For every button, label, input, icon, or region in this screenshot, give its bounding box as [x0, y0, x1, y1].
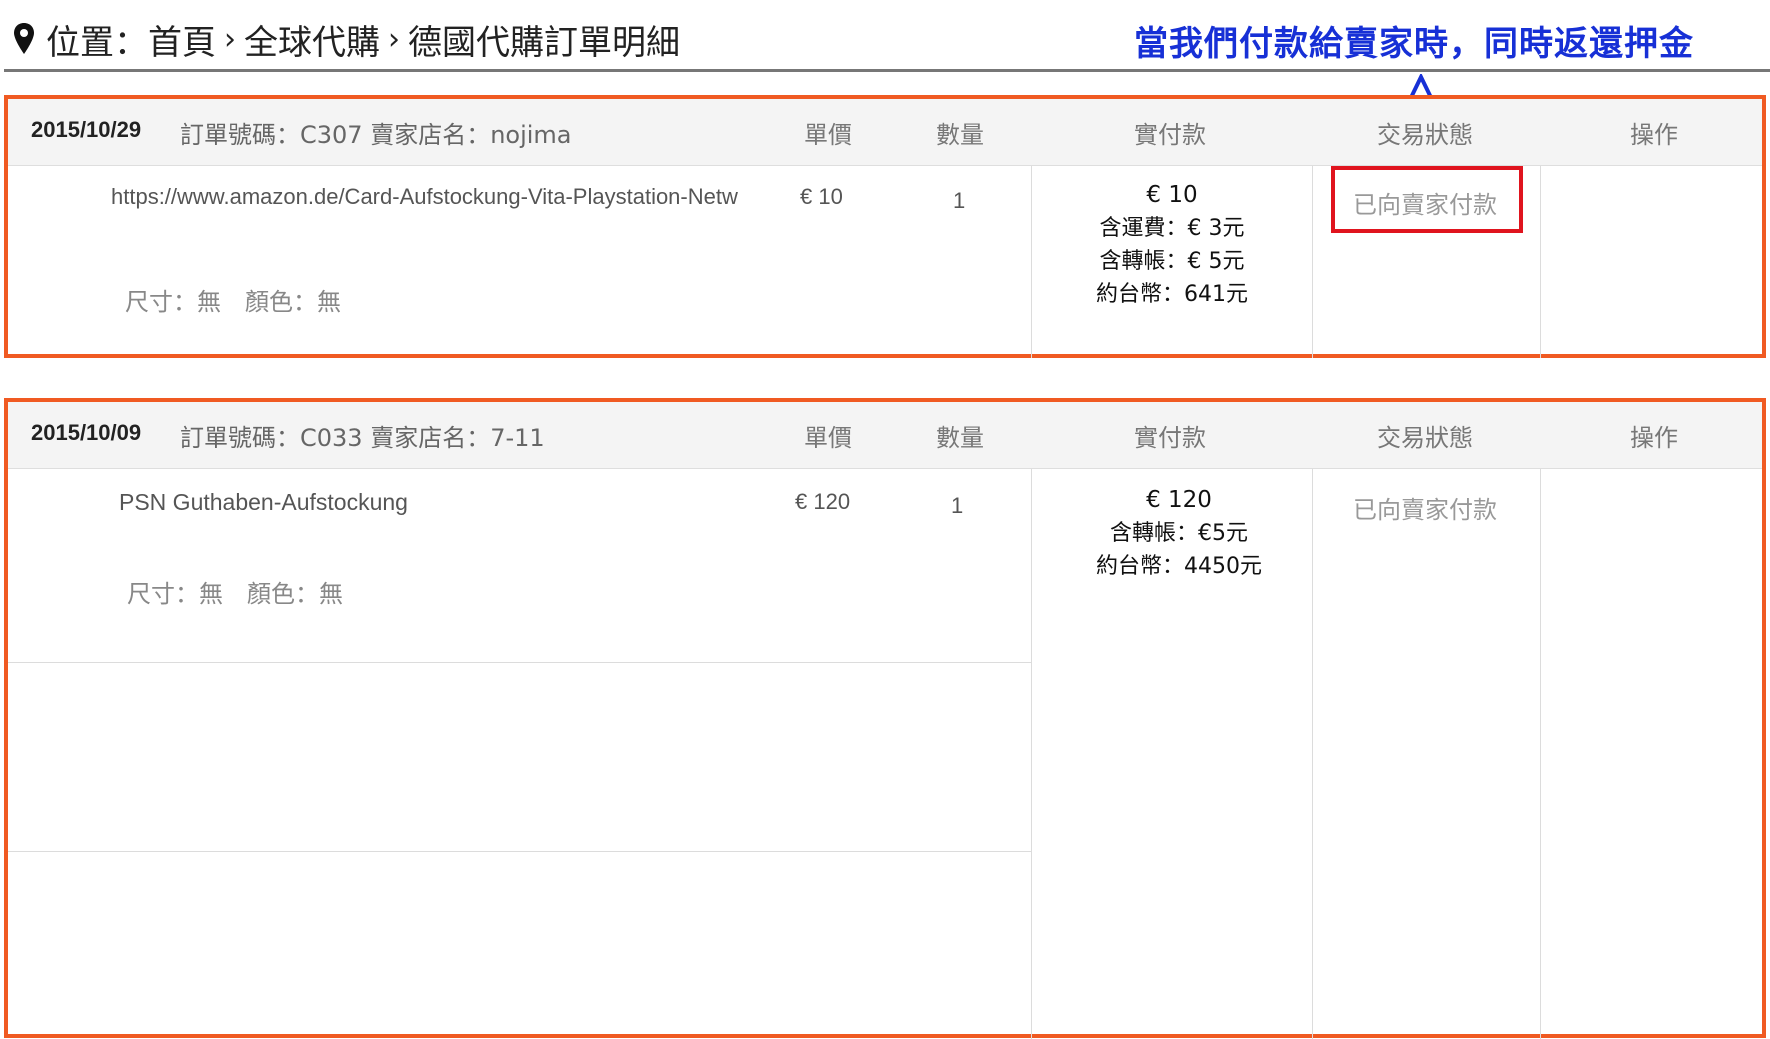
paid-total: € 10 [1146, 182, 1198, 208]
column-divider [1031, 166, 1032, 358]
column-unit-price: 單價 [804, 424, 852, 452]
paid-shipping-fee: 含運費：€ 3元 [1099, 216, 1245, 241]
column-actions: 操作 [1630, 121, 1678, 149]
column-divider [1540, 469, 1541, 1039]
breadcrumb-current-page: 德國代購訂單明細 [408, 22, 680, 63]
order-panel: 2015/10/29 訂單號碼：C307 賣家店名：nojima 單價 數量 實… [4, 95, 1766, 358]
order-header: 2015/10/29 訂單號碼：C307 賣家店名：nojima 單價 數量 實… [8, 99, 1762, 166]
paid-twd-estimate: 約台幣：641元 [1096, 282, 1248, 307]
column-paid: 實付款 [1134, 424, 1206, 452]
paid-amount-block: € 10 含運費：€ 3元 含轉帳：€ 5元 約台幣：641元 [1042, 179, 1302, 311]
product-link[interactable]: https://www.amazon.de/Card-Aufstockung-V… [111, 184, 738, 210]
order-date: 2015/10/29 [31, 117, 142, 142]
annotation-note: 當我們付款給賣家時，同時返還押金 [1134, 24, 1694, 64]
breadcrumb-global-purchase[interactable]: 全球代購 [244, 15, 380, 64]
breadcrumb-separator: › [388, 21, 400, 57]
column-quantity: 數量 [936, 121, 984, 149]
header-divider [4, 69, 1770, 72]
order-status: 已向賣家付款 [1353, 496, 1497, 524]
column-divider [1031, 469, 1032, 1039]
column-actions: 操作 [1630, 424, 1678, 452]
unit-price: € 120 [795, 489, 851, 514]
column-divider [1540, 166, 1541, 358]
order-date: 2015/10/09 [31, 420, 142, 445]
order-status: 已向賣家付款 [1353, 191, 1497, 219]
row-divider [8, 662, 1031, 663]
column-unit-price: 單價 [804, 121, 852, 149]
paid-amount-block: € 120 含轉帳：€5元 約台幣：4450元 [1042, 484, 1316, 583]
column-paid: 實付款 [1134, 121, 1206, 149]
column-quantity: 數量 [936, 424, 984, 452]
quantity-value: 1 [951, 493, 964, 518]
paid-total: € 120 [1146, 487, 1212, 513]
unit-price: € 10 [800, 184, 843, 209]
paid-transfer-fee: 含轉帳：€ 5元 [1099, 249, 1245, 274]
location-pin-icon [14, 23, 34, 54]
breadcrumb-prefix: 位置： [46, 22, 148, 63]
paid-twd-estimate: 約台幣：4450元 [1096, 554, 1262, 579]
order-panel: 2015/10/09 訂單號碼：C033 賣家店名：7-11 單價 數量 實付款… [4, 398, 1766, 1039]
breadcrumb: 位置： 首頁 › 全球代購 › 德國代購訂單明細 [12, 14, 680, 64]
quantity-value: 1 [953, 188, 966, 213]
product-spec: 尺寸：無 顏色：無 [125, 288, 341, 316]
breadcrumb-separator: › [224, 21, 236, 57]
order-meta: 訂單號碼：C033 賣家店名：7-11 [180, 424, 545, 452]
breadcrumb-home[interactable]: 首頁 [148, 15, 216, 64]
column-status: 交易狀態 [1377, 121, 1473, 149]
product-name[interactable]: PSN Guthaben-Aufstockung [119, 489, 408, 516]
column-divider [1312, 166, 1313, 358]
product-spec: 尺寸：無 顏色：無 [127, 580, 343, 608]
row-divider [8, 851, 1031, 852]
paid-transfer-fee: 含轉帳：€5元 [1110, 521, 1248, 546]
column-status: 交易狀態 [1377, 424, 1473, 452]
order-header: 2015/10/09 訂單號碼：C033 賣家店名：7-11 單價 數量 實付款… [8, 402, 1762, 469]
order-meta: 訂單號碼：C307 賣家店名：nojima [180, 121, 572, 149]
